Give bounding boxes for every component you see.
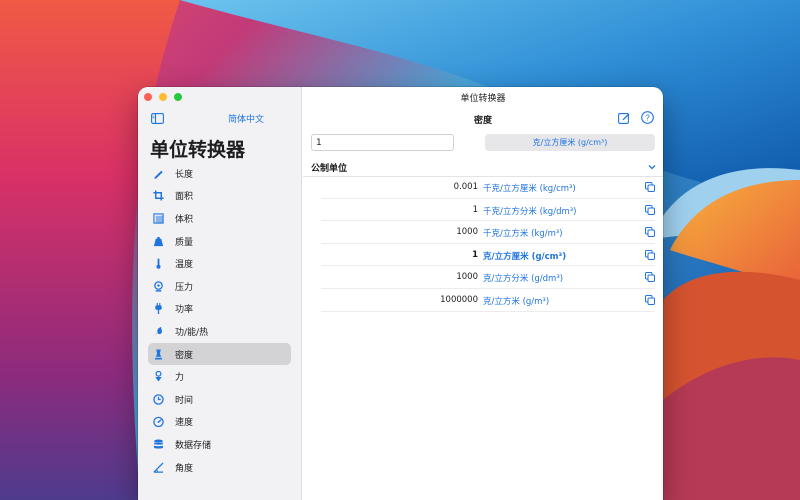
result-row-selected: 1 克/立方厘米 (g/cm³) <box>303 244 663 267</box>
sidebar-item-speed[interactable]: 速度 <box>148 411 291 434</box>
sidebar-item-pressure[interactable]: 压力 <box>148 275 291 298</box>
result-list: 0.001 千克/立方厘米 (kg/cm³) 1 千克/立方分米 (kg/dm³… <box>303 176 663 312</box>
flame-icon <box>153 326 164 337</box>
section-label: 公制单位 <box>311 163 348 174</box>
minimize-window-button[interactable] <box>159 93 167 101</box>
result-value: 0.001 <box>453 182 478 192</box>
plug-icon <box>153 303 164 315</box>
sidebar-item-data-storage[interactable]: 数据存储 <box>148 433 291 456</box>
sidebar-item-label: 温度 <box>175 260 194 271</box>
copy-icon[interactable] <box>645 204 655 215</box>
category-list: 长度 面积 体积 质量 温度 压力 功率 功/能/热 密度 力 时间 速度 数据… <box>148 162 291 478</box>
copy-icon[interactable] <box>645 272 655 283</box>
sidebar-title: 单位转换器 <box>150 139 246 161</box>
value-input[interactable] <box>311 134 454 151</box>
chevron-down-icon[interactable] <box>647 162 657 172</box>
sidebar-item-label: 力 <box>175 373 185 384</box>
sidebar-item-label: 体积 <box>175 214 194 225</box>
database-icon <box>153 439 164 450</box>
crop-icon <box>153 190 164 201</box>
sidebar-item-label: 密度 <box>175 350 194 361</box>
sidebar-item-volume[interactable]: 体积 <box>148 207 291 230</box>
gauge-icon <box>153 281 164 292</box>
result-row: 0.001 千克/立方厘米 (kg/cm³) <box>303 176 663 199</box>
sidebar-item-label: 数据存储 <box>175 440 212 451</box>
sidebar-item-mass[interactable]: 质量 <box>148 230 291 253</box>
sidebar-item-power[interactable]: 功率 <box>148 298 291 321</box>
copy-icon[interactable] <box>645 182 655 192</box>
result-row: 1000 千克/立方米 (kg/m³) <box>303 221 663 244</box>
sidebar-item-label: 长度 <box>175 169 194 180</box>
copy-icon[interactable] <box>645 249 655 260</box>
window-title: 单位转换器 <box>460 94 506 104</box>
sidebar-item-label: 质量 <box>175 237 194 248</box>
sidebar-item-length[interactable]: 长度 <box>148 162 291 185</box>
page-title: 密度 <box>473 116 492 126</box>
result-value: 1 <box>472 204 478 215</box>
ruler-pencil-icon <box>153 168 164 179</box>
result-row: 1000 克/立方分米 (g/dm³) <box>303 266 663 289</box>
angle-icon <box>153 461 164 473</box>
language-button[interactable]: 简体中文 <box>228 112 264 125</box>
flask-icon <box>153 349 164 360</box>
sidebar-item-label: 时间 <box>175 395 194 406</box>
unit-select[interactable]: 克/立方厘米 (g/cm³) <box>485 134 655 151</box>
window-controls <box>144 93 182 101</box>
result-unit: 千克/立方厘米 (kg/cm³) <box>483 184 576 194</box>
sidebar-item-force[interactable]: 力 <box>148 365 291 388</box>
app-window: 简体中文 单位转换器 长度 面积 体积 质量 温度 压力 功率 功/能/热 密度… <box>138 87 663 500</box>
sidebar-item-density[interactable]: 密度 <box>148 342 291 366</box>
result-value: 1000000 <box>440 294 478 305</box>
weight-icon <box>153 236 164 247</box>
main-panel: 单位转换器 密度 ? 克/立方厘米 (g/cm³) 公制单位 0.001 千克/… <box>303 87 663 500</box>
help-icon[interactable]: ? <box>641 111 654 124</box>
sidebar-item-angle[interactable]: 角度 <box>148 456 291 479</box>
sidebar-item-area[interactable]: 面积 <box>148 185 291 208</box>
zoom-window-button[interactable] <box>174 93 182 101</box>
close-window-button[interactable] <box>144 93 152 101</box>
sidebar-item-temperature[interactable]: 温度 <box>148 252 291 275</box>
section-header-metric[interactable]: 公制单位 <box>311 158 657 176</box>
copy-icon[interactable] <box>645 227 655 238</box>
thermometer-icon <box>153 258 164 269</box>
speedometer-icon <box>153 416 164 428</box>
result-unit: 克/立方厘米 (g/cm³) <box>483 251 567 262</box>
sidebar: 简体中文 单位转换器 长度 面积 体积 质量 温度 压力 功率 功/能/热 密度… <box>138 87 302 500</box>
result-value: 1000 <box>456 227 478 238</box>
sidebar-item-label: 功/能/热 <box>175 327 209 338</box>
sidebar-item-time[interactable]: 时间 <box>148 388 291 411</box>
cube-icon <box>153 213 164 224</box>
arrow-icon <box>153 371 164 382</box>
result-value: 1000 <box>456 272 478 283</box>
copy-icon[interactable] <box>645 294 655 305</box>
sidebar-item-label: 压力 <box>175 282 194 293</box>
result-unit: 克/立方米 (g/m³) <box>483 296 550 307</box>
result-row: 1 千克/立方分米 (kg/dm³) <box>303 199 663 222</box>
svg-text:?: ? <box>645 113 650 122</box>
edit-icon[interactable] <box>618 112 630 124</box>
result-value: 1 <box>472 249 478 260</box>
sidebar-item-label: 面积 <box>175 192 194 203</box>
result-unit: 千克/立方分米 (kg/dm³) <box>483 206 577 217</box>
result-unit: 克/立方分米 (g/dm³) <box>483 274 564 285</box>
result-unit: 千克/立方米 (kg/m³) <box>483 229 563 240</box>
sidebar-item-label: 角度 <box>175 463 194 474</box>
sidebar-item-energy[interactable]: 功/能/热 <box>148 320 291 343</box>
clock-icon <box>153 394 164 405</box>
sidebar-toggle-icon[interactable] <box>151 113 164 124</box>
result-row: 1000000 克/立方米 (g/m³) <box>303 289 663 312</box>
sidebar-item-label: 速度 <box>175 418 194 429</box>
sidebar-item-label: 功率 <box>175 305 194 316</box>
